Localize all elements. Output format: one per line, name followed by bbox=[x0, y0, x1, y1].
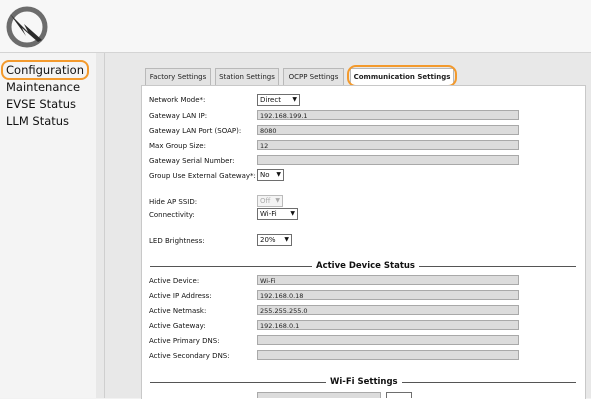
label-active-device: Active Device: bbox=[149, 277, 200, 285]
hide-ap-ssid-value: Off bbox=[260, 197, 271, 205]
gateway-lan-ip-field[interactable]: 192.168.199.1 bbox=[257, 110, 519, 120]
network-mode-select[interactable]: Direct ▼ bbox=[257, 94, 300, 106]
gateway-lan-port-field[interactable]: 8080 bbox=[257, 125, 519, 135]
tab-highlight-ring bbox=[347, 65, 457, 87]
group-external-gateway-select[interactable]: No ▼ bbox=[257, 169, 284, 181]
chevron-down-icon: ▼ bbox=[284, 236, 289, 243]
connectivity-value: Wi-Fi bbox=[260, 210, 277, 218]
active-gateway-field: 192.168.0.1 bbox=[257, 320, 519, 330]
active-netmask-field: 255.255.255.0 bbox=[257, 305, 519, 315]
max-group-size-field[interactable]: 12 bbox=[257, 140, 519, 150]
wifi-settings-header: Wi-Fi Settings bbox=[150, 376, 576, 388]
label-active-secondary-dns: Active Secondary DNS: bbox=[149, 352, 230, 360]
wifi-scan-button-partial[interactable] bbox=[386, 392, 412, 398]
label-active-netmask: Active Netmask: bbox=[149, 307, 207, 315]
label-gateway-lan-port: Gateway LAN Port (SOAP): bbox=[149, 127, 242, 135]
nav-item-configuration[interactable]: Configuration bbox=[6, 63, 84, 77]
label-network-mode: Network Mode*: bbox=[149, 96, 206, 104]
label-max-group-size: Max Group Size: bbox=[149, 142, 206, 150]
main-divider bbox=[104, 53, 105, 398]
network-mode-value: Direct bbox=[260, 96, 281, 104]
chevron-down-icon: ▼ bbox=[276, 171, 281, 178]
logo-icon bbox=[6, 6, 48, 48]
label-gateway-serial: Gateway Serial Number: bbox=[149, 157, 235, 165]
nav-item-maintenance[interactable]: Maintenance bbox=[6, 80, 80, 94]
active-ip-field: 192.168.0.18 bbox=[257, 290, 519, 300]
label-connectivity: Connectivity: bbox=[149, 211, 195, 219]
active-secondary-dns-field bbox=[257, 350, 519, 360]
active-device-status-title: Active Device Status bbox=[312, 260, 419, 272]
label-active-primary-dns: Active Primary DNS: bbox=[149, 337, 220, 345]
label-group-external-gateway: Group Use External Gateway*: bbox=[149, 172, 256, 180]
label-hide-ap-ssid: Hide AP SSID: bbox=[149, 198, 198, 206]
gateway-serial-field[interactable] bbox=[257, 155, 519, 165]
connectivity-select[interactable]: Wi-Fi ▼ bbox=[257, 208, 298, 220]
led-brightness-select[interactable]: 20% ▼ bbox=[257, 234, 292, 246]
active-device-field: Wi-Fi bbox=[257, 275, 519, 285]
label-active-gateway: Active Gateway: bbox=[149, 322, 206, 330]
header-bar bbox=[0, 0, 591, 53]
tab-factory-settings[interactable]: Factory Settings bbox=[145, 68, 211, 85]
chevron-down-icon: ▼ bbox=[275, 197, 280, 204]
active-primary-dns-field bbox=[257, 335, 519, 345]
tab-ocpp-settings[interactable]: OCPP Settings bbox=[283, 68, 344, 85]
label-active-ip: Active IP Address: bbox=[149, 292, 212, 300]
tab-station-settings[interactable]: Station Settings bbox=[215, 68, 279, 85]
nav-item-evse-status[interactable]: EVSE Status bbox=[6, 97, 76, 111]
wifi-ssid-field-partial[interactable] bbox=[257, 392, 381, 398]
label-gateway-lan-ip: Gateway LAN IP: bbox=[149, 112, 208, 120]
wifi-settings-title: Wi-Fi Settings bbox=[326, 376, 402, 388]
group-external-gateway-value: No bbox=[260, 171, 270, 179]
active-device-status-header: Active Device Status bbox=[150, 260, 576, 272]
chevron-down-icon: ▼ bbox=[292, 96, 297, 103]
led-brightness-value: 20% bbox=[260, 236, 276, 244]
chevron-down-icon: ▼ bbox=[290, 210, 295, 217]
label-led-brightness: LED Brightness: bbox=[149, 237, 205, 245]
nav-item-llm-status[interactable]: LLM Status bbox=[6, 114, 69, 128]
hide-ap-ssid-select[interactable]: Off ▼ bbox=[257, 195, 283, 207]
